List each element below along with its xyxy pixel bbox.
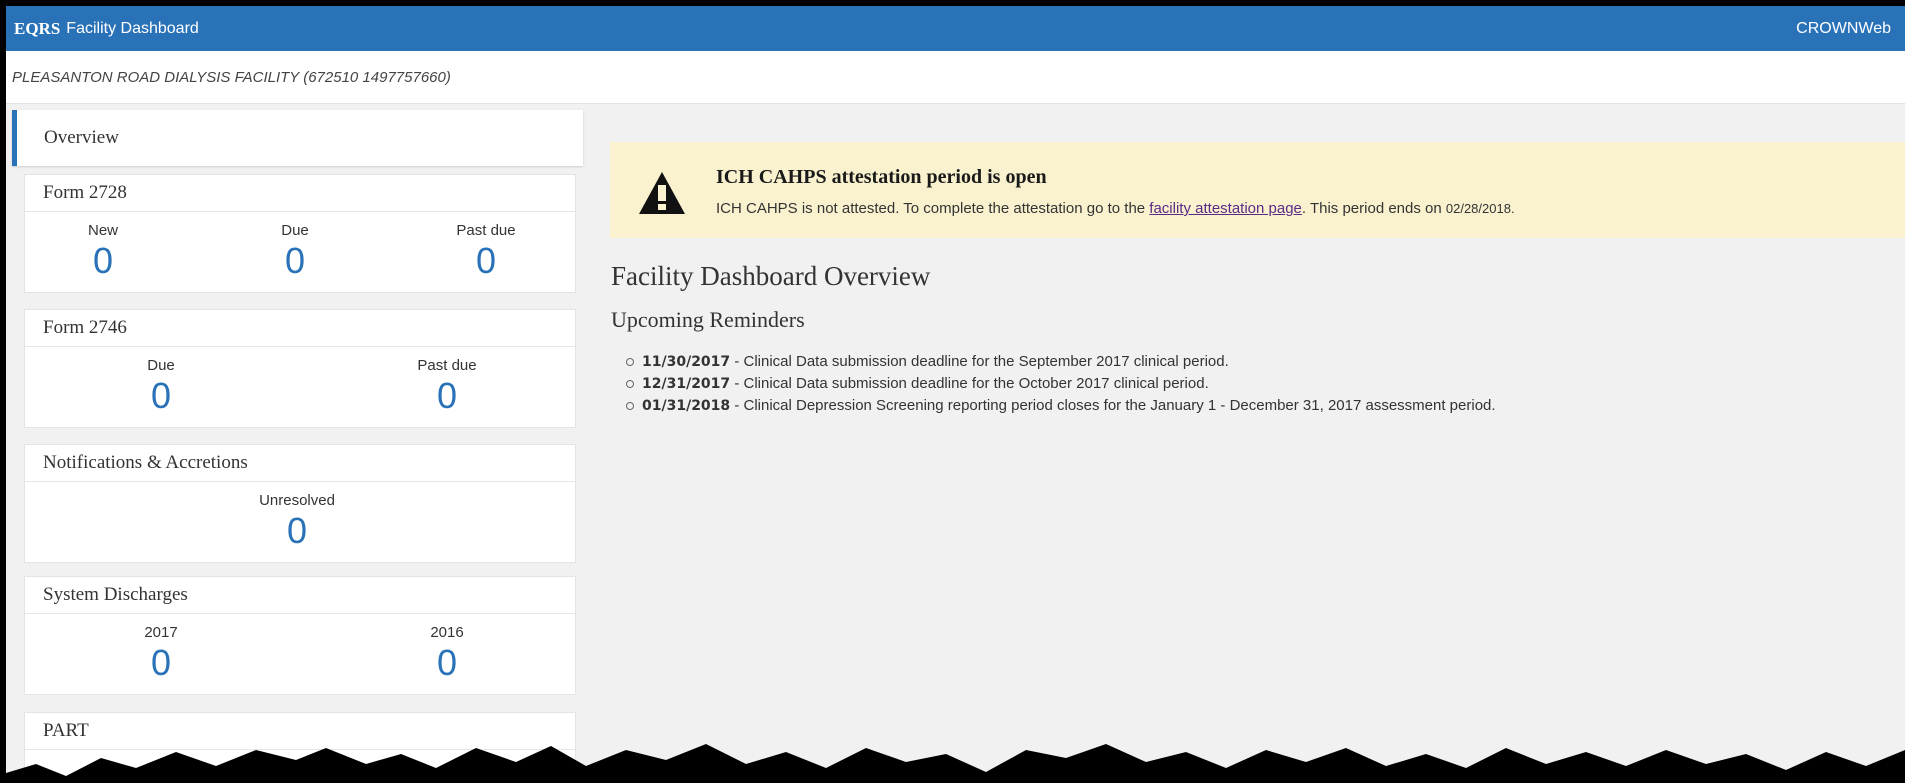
app-window: EQRS Facility Dashboard CROWNWeb PLEASAN… [6, 6, 1905, 783]
torn-edge-decoration [6, 744, 1905, 783]
